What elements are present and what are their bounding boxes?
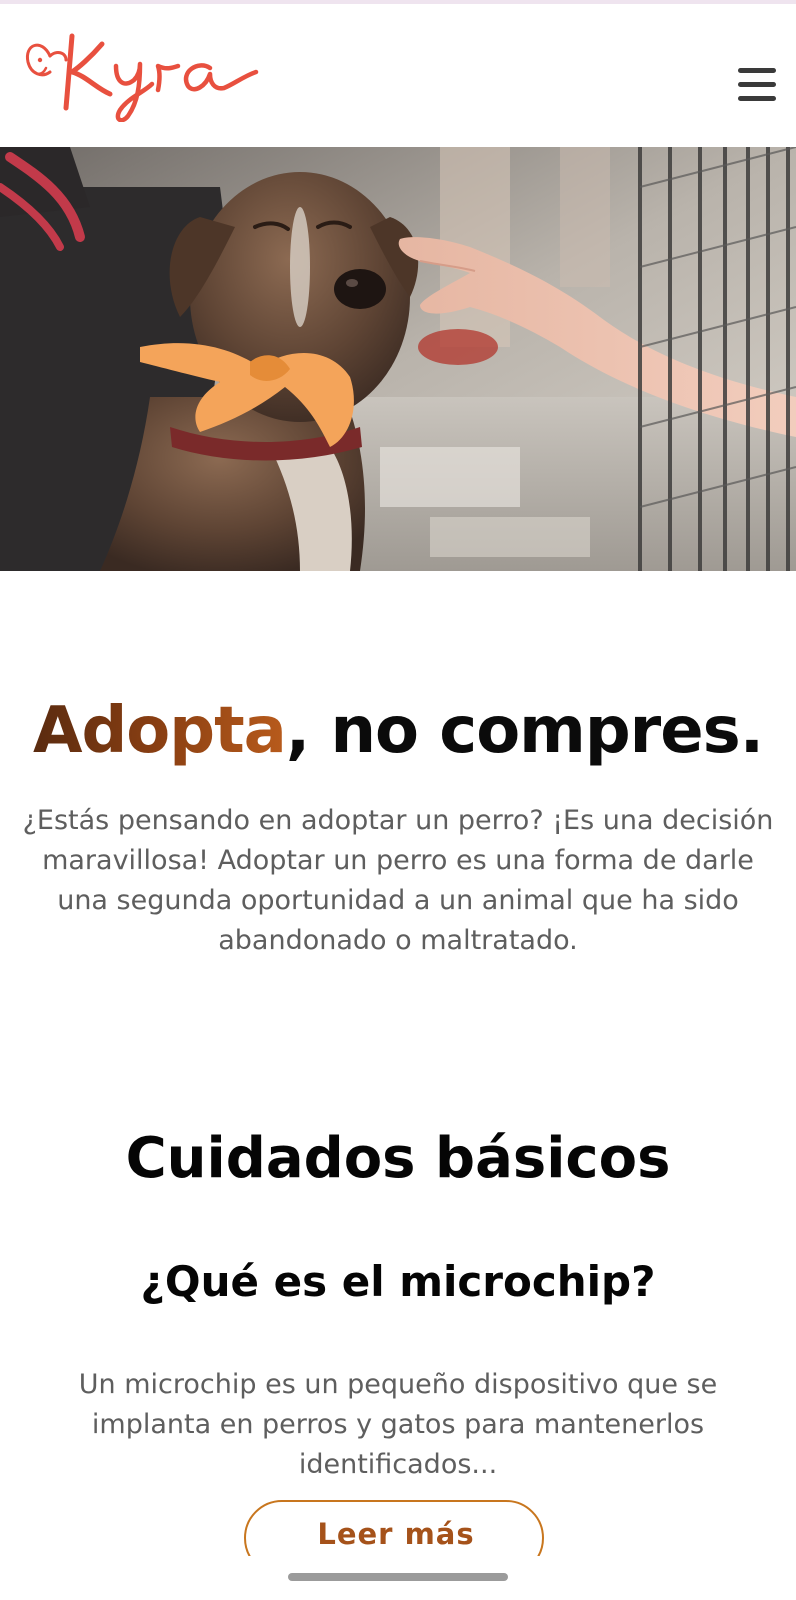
kyra-logo-icon — [25, 33, 259, 123]
menu-line — [738, 96, 776, 101]
section-title: Cuidados básicos — [125, 1126, 671, 1192]
article-title: ¿Qué es el microchip? — [140, 1257, 656, 1306]
headline-accent: Adopta — [32, 693, 287, 768]
read-more-container: Leer más — [240, 1498, 556, 1556]
read-more-label: Leer más — [317, 1517, 475, 1551]
headline-rest: , no compres. — [285, 693, 764, 768]
logo[interactable] — [20, 22, 260, 123]
article-excerpt: Un microchip es un pequeño dispositivo q… — [78, 1369, 718, 1480]
home-indicator[interactable] — [288, 1573, 508, 1581]
hero-image — [0, 147, 796, 571]
page: Adopta, no compres. ¿Estás pensando en a… — [0, 0, 796, 1600]
menu-line — [738, 82, 776, 87]
intro-paragraph: ¿Estás pensando en adoptar un perro? ¡Es… — [22, 805, 774, 956]
page-headline: Adopta, no compres. — [0, 691, 796, 771]
site-header — [0, 4, 796, 146]
hamburger-menu-icon[interactable] — [736, 64, 778, 106]
read-more-button[interactable]: Leer más — [244, 1500, 544, 1556]
dog-photo-illustration — [0, 147, 796, 571]
menu-line — [738, 68, 776, 73]
